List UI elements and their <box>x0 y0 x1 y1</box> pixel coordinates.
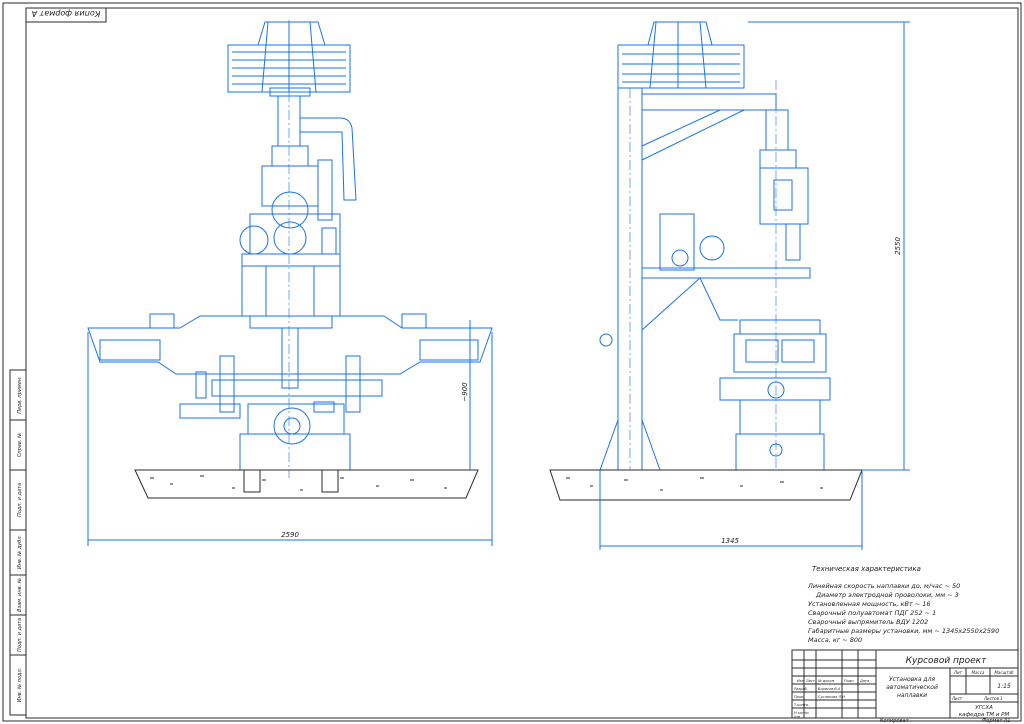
col-head: Масса <box>972 670 985 675</box>
col-head: Масштаб <box>994 670 1014 675</box>
title-block: Изм Лист № докум. Подп. Дата Разраб. Про… <box>791 649 1019 719</box>
strip-label: Подп. и дата <box>17 618 23 652</box>
drawing-name: наплавки <box>897 692 927 699</box>
strip-label: Перв. примен. <box>17 376 23 414</box>
drawing-name: автоматической <box>886 684 938 691</box>
format-label: Формат А1 <box>982 718 1010 724</box>
tech-line: Установленная мощность, кВт ~ 16 <box>808 600 931 608</box>
col-label: № докум. <box>817 679 835 683</box>
role-label: Утв. <box>794 715 801 719</box>
front-view: 2590 ~900 <box>87 20 493 546</box>
dim-side-width: 1345 <box>721 537 739 545</box>
side-strip: Перв. примен. Справ. № Подп. и дата Инв.… <box>9 369 27 716</box>
tech-line: Сварочный выпрямитель ВДУ 1202 <box>808 618 928 626</box>
tech-heading: Техническая характеристика <box>812 565 921 573</box>
tech-line: Габаритные размеры установки, мм ~ 1345х… <box>808 627 999 635</box>
sheets-label: Листов 1 <box>983 696 1003 701</box>
top-stamp-text: Копия формат А <box>32 9 101 18</box>
scale-value: 1:15 <box>997 683 1011 690</box>
tech-line: Масса, кг ~ 800 <box>808 636 862 644</box>
drawing-sheet: Копия формат А Перв. примен. Справ. № По… <box>2 2 1022 724</box>
col-head: Лит <box>953 670 963 675</box>
dim-side-height: 2550 <box>894 237 902 255</box>
strip-label: Подп. и дата <box>17 483 23 517</box>
strip-label: Инв. № дубл. <box>17 535 23 569</box>
sheet-label: Лист <box>951 696 963 701</box>
col-label: Изм <box>797 679 804 683</box>
role-label: Т.контр. <box>794 703 809 707</box>
strip-label: Взам. инв. № <box>17 578 23 612</box>
dim-front-height: ~900 <box>461 382 469 402</box>
tech-spec: Техническая характеристика Линейная скор… <box>807 565 999 644</box>
org-name: УГСХА <box>975 705 993 711</box>
dim-front-width: 2590 <box>281 531 299 539</box>
drawing-name: Установка для <box>889 676 935 683</box>
tech-line: Диаметр электродной проволоки, мм ~ 3 <box>815 591 959 599</box>
strip-label: Инв. № подл. <box>17 668 23 703</box>
project-title: Курсовой проект <box>906 656 987 666</box>
col-label: Лист <box>805 679 816 683</box>
person-name: Борисов В.А <box>818 687 841 691</box>
col-label: Подп. <box>844 679 855 683</box>
role-label: Пров. <box>794 695 804 699</box>
col-label: Дата <box>859 679 869 683</box>
tech-line: Линейная скорость наплавки до, м/час ~ 5… <box>807 582 960 590</box>
strip-label: Справ. № <box>17 433 23 457</box>
side-view: 1345 2550 <box>549 21 910 550</box>
role-label: Разраб. <box>794 687 808 691</box>
tech-line: Сварочный полуавтомат ПДГ 252 ~ 1 <box>808 609 936 617</box>
copied-label: Копировал <box>880 718 909 724</box>
person-name: Сусликова Л.Н <box>818 695 845 699</box>
top-stamp: Копия формат А <box>25 7 107 23</box>
